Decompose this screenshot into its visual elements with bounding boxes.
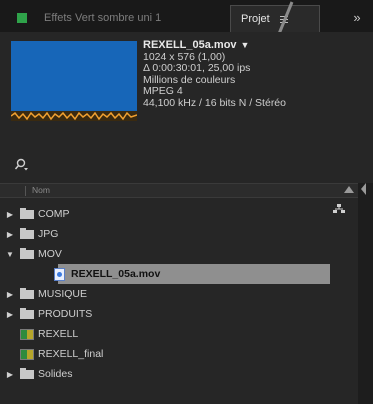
panel-collapse-icon[interactable] (361, 183, 366, 195)
list-item-folder-solides[interactable]: ▶ Solides (0, 364, 358, 384)
column-header[interactable]: Nom (0, 183, 358, 198)
column-name-label[interactable]: Nom (32, 185, 50, 195)
footage-codec: MPEG 4 (143, 85, 183, 97)
expand-arrow-icon[interactable]: ▶ (4, 210, 16, 219)
list-item-label: JPG (38, 228, 59, 240)
list-item-label: REXELL (38, 328, 79, 340)
list-item-label: MOV (38, 248, 62, 260)
search-input[interactable] (34, 156, 344, 174)
audio-waveform (11, 111, 137, 121)
search-icon (14, 158, 28, 171)
composition-icon (20, 348, 34, 360)
tab-effects[interactable]: Effets Vert sombre uni 1 (10, 6, 161, 30)
footage-audio: 44,100 kHz / 16 bits N / Stéréo (143, 96, 286, 109)
composition-icon (20, 328, 34, 340)
list-item-folder-musique[interactable]: ▶ MUSIQUE (0, 284, 358, 304)
panel-menu-icon[interactable] (279, 15, 288, 23)
collapse-arrow-icon[interactable]: ▼ (4, 250, 16, 259)
list-item-folder-comp[interactable]: ▶ COMP (0, 204, 358, 224)
sort-ascending-icon[interactable] (344, 186, 354, 193)
expand-arrow-icon[interactable]: ▶ (4, 310, 16, 319)
folder-icon (20, 247, 34, 259)
project-panel: REXELL_05a.mov ▼ 1024 x 576 (1,00) Δ 0:00… (0, 32, 373, 404)
list-item-comp-rexell[interactable]: REXELL (0, 324, 358, 344)
folder-icon (20, 307, 34, 319)
list-item-folder-mov[interactable]: ▼ MOV (0, 244, 358, 264)
list-item-label: PRODUITS (38, 308, 93, 320)
tab-effects-label: Effets Vert sombre uni 1 (44, 12, 162, 24)
search-field[interactable] (14, 155, 344, 175)
panel-scrollbar[interactable] (358, 183, 373, 404)
footage-thumbnail (11, 41, 137, 111)
list-item-comp-rexell-final[interactable]: REXELL_final (0, 344, 358, 364)
tab-project-label: Projet (241, 13, 270, 25)
list-item-folder-produits[interactable]: ▶ PRODUITS (0, 304, 358, 324)
expand-arrow-icon[interactable]: ▶ (4, 370, 16, 379)
green-label-icon (17, 13, 27, 23)
folder-icon (20, 287, 34, 299)
list-item-label: REXELL_final (38, 348, 104, 360)
quicktime-file-icon (54, 267, 65, 281)
expand-arrow-icon[interactable]: ▶ (4, 290, 16, 299)
list-item-label: COMP (38, 208, 70, 220)
expand-arrow-icon[interactable]: ▶ (4, 230, 16, 239)
footage-duration: Δ 0:00:30:01, 25,00 ips (143, 62, 251, 74)
list-item-label: REXELL_05a.mov (71, 268, 161, 280)
footage-name[interactable]: REXELL_05a.mov ▼ (143, 39, 286, 52)
footage-info: REXELL_05a.mov ▼ 1024 x 576 (1,00) Δ 0:00… (143, 39, 286, 109)
list-item-folder-jpg[interactable]: ▶ JPG (0, 224, 358, 244)
footage-dropdown-icon[interactable]: ▼ (241, 40, 250, 50)
list-item-label: MUSIQUE (38, 288, 88, 300)
list-item-footage-rexell-05a[interactable]: REXELL_05a.mov (0, 264, 358, 284)
more-tabs-button[interactable]: » (345, 8, 369, 28)
folder-icon (20, 227, 34, 239)
folder-icon (20, 367, 34, 379)
panel-tab-bar: Effets Vert sombre uni 1 Projet » (0, 0, 373, 32)
project-item-list: ▶ COMP ▶ JPG ▼ MOV REXELL_05a.mov ▶ MUSI… (0, 204, 358, 384)
column-divider (25, 186, 26, 196)
folder-icon (20, 207, 34, 219)
tab-project[interactable]: Projet (230, 5, 320, 32)
list-item-label: Solides (38, 368, 73, 380)
